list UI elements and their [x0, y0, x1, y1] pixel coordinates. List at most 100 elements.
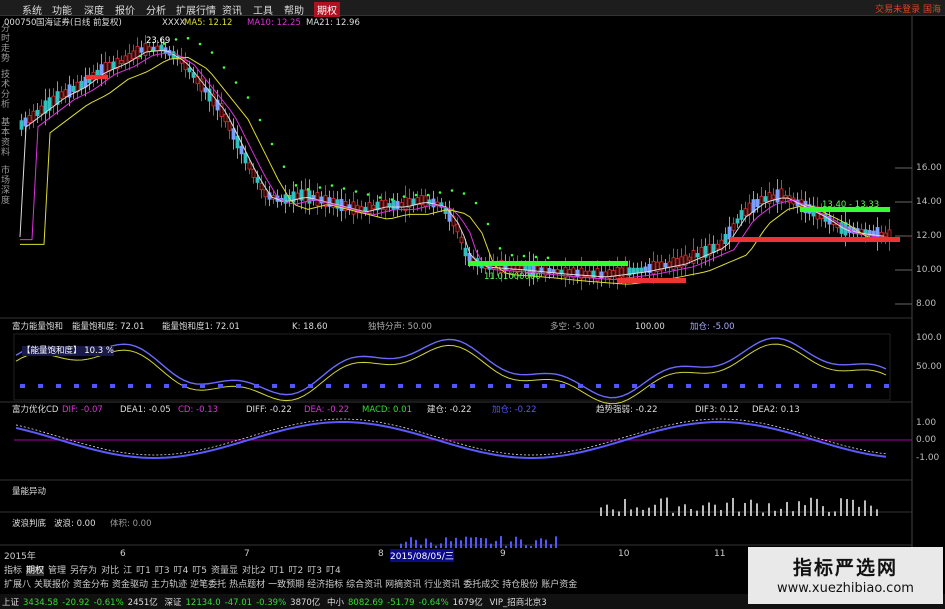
trend-dot [330, 184, 334, 187]
candle-body [139, 47, 144, 53]
watermark: 指标严选网 www.xuezhibiao.com [748, 547, 943, 604]
volume-bar [630, 509, 632, 516]
link-ext8[interactable]: 扩展八 [4, 580, 31, 590]
candle-body [615, 266, 620, 280]
candle-body [431, 198, 436, 208]
tab-indicator[interactable]: 指标 [4, 566, 22, 576]
panel1-marker [146, 384, 151, 388]
candle-body [303, 189, 308, 203]
volume-bar [720, 510, 722, 516]
tab-d3[interactable]: 叮3 [155, 566, 170, 576]
panel1-marker [380, 384, 385, 388]
panel1-k: K: 18.60 [292, 322, 328, 332]
ticker-amount: 3870亿 [290, 598, 321, 608]
panel1-tick: 50.00 [916, 362, 942, 372]
price-tick: 14.00 [916, 197, 942, 207]
wave-bar [440, 543, 442, 548]
tab-manage[interactable]: 管理 [48, 566, 66, 576]
link-main-track[interactable]: 主力轨迹 [151, 580, 187, 590]
panel1-line [15, 337, 887, 399]
price-tick: 12.00 [916, 231, 942, 241]
tab-jiang[interactable]: 江 [123, 566, 132, 576]
red-band [86, 75, 108, 79]
candle-body [255, 177, 260, 183]
candle-body [247, 162, 252, 170]
ma5-line [19, 49, 885, 278]
chart-canvas[interactable] [0, 0, 945, 609]
panel2-build: 建仓: -0.22 [427, 405, 472, 415]
link-industry[interactable]: 行业资讯 [424, 580, 460, 590]
panel1-marker [20, 384, 25, 388]
wave-bar [415, 539, 417, 548]
panel2-diff: DIFF: -0.22 [246, 405, 292, 415]
panel1-marker [848, 384, 853, 388]
panel2-tick: -1.00 [916, 453, 940, 463]
wave-bar [520, 539, 522, 548]
high-annotation: 23.69 [146, 36, 171, 46]
panel2-cd: CD: -0.13 [178, 405, 219, 415]
link-hot[interactable]: 热点题材 [229, 580, 265, 590]
tab-d5[interactable]: 叮5 [192, 566, 207, 576]
link-web-news[interactable]: 网摘资讯 [385, 580, 421, 590]
link-related[interactable]: 关联报价 [34, 580, 70, 590]
volume-bar [858, 506, 860, 516]
volume-bar [732, 497, 734, 516]
candle-body [35, 109, 40, 117]
volume-bar [690, 509, 692, 516]
candle-body [127, 53, 132, 62]
volume-bar [774, 510, 776, 516]
candle-body [263, 189, 268, 198]
candle-body [775, 189, 780, 203]
link-news[interactable]: 综合资讯 [346, 580, 382, 590]
tab-e4[interactable]: 叮4 [326, 566, 341, 576]
volume-bar [696, 510, 698, 516]
trend-dot [282, 165, 286, 168]
panel1-marker [632, 384, 637, 388]
link-fund-dist[interactable]: 资金分布 [73, 580, 109, 590]
link-orders[interactable]: 逆笔委托 [190, 580, 226, 590]
candle-body [631, 267, 636, 275]
panel1-marker [740, 384, 745, 388]
link-fund-drive[interactable]: 资金驱动 [112, 580, 148, 590]
candle-body [371, 204, 376, 210]
tab-compare[interactable]: 对比 [101, 566, 119, 576]
link-trades[interactable]: 委托成交 [463, 580, 499, 590]
ma21-line [20, 56, 885, 285]
tab-saveas[interactable]: 另存为 [70, 566, 97, 576]
ticker-label: 上证 [2, 598, 20, 608]
ticker-change: -20.92 [62, 598, 90, 608]
panel1-marker [344, 384, 349, 388]
panel1-marker [524, 384, 529, 388]
tab-compare2[interactable]: 对比2 [242, 566, 266, 576]
link-holdings[interactable]: 持仓股份 [502, 580, 538, 590]
panel1-marker [416, 384, 421, 388]
tab-d4[interactable]: 叮4 [174, 566, 189, 576]
link-consensus[interactable]: 一致预期 [268, 580, 304, 590]
ticker-extra[interactable]: VIP_招商北京3 [490, 598, 547, 608]
tab-d1[interactable]: 叮1 [136, 566, 151, 576]
volume-bar [816, 498, 818, 516]
panel1-frame [13, 333, 891, 401]
trend-dot [498, 247, 502, 250]
wave-bar [435, 545, 437, 548]
wave-bar [555, 536, 557, 548]
tab-e3[interactable]: 叮3 [307, 566, 322, 576]
panel1-marker [668, 384, 673, 388]
tab-option[interactable]: 期权 [26, 566, 45, 576]
candle-body [39, 105, 44, 115]
tab-e1[interactable]: 叮1 [270, 566, 285, 576]
trend-dot [426, 193, 430, 197]
trend-dot [306, 188, 310, 191]
trend-dot [402, 195, 406, 198]
candle-body [639, 267, 644, 273]
candle-body [771, 194, 776, 200]
link-account[interactable]: 账户资金 [541, 580, 577, 590]
link-econ[interactable]: 经济指标 [307, 580, 343, 590]
candle-body [743, 208, 748, 216]
wave-bar [500, 536, 502, 548]
panel1-marker [218, 384, 223, 388]
volume-bar [738, 511, 740, 516]
candle-body [667, 261, 672, 268]
tab-e2[interactable]: 叮2 [289, 566, 304, 576]
tab-volume[interactable]: 资量显 [211, 566, 238, 576]
